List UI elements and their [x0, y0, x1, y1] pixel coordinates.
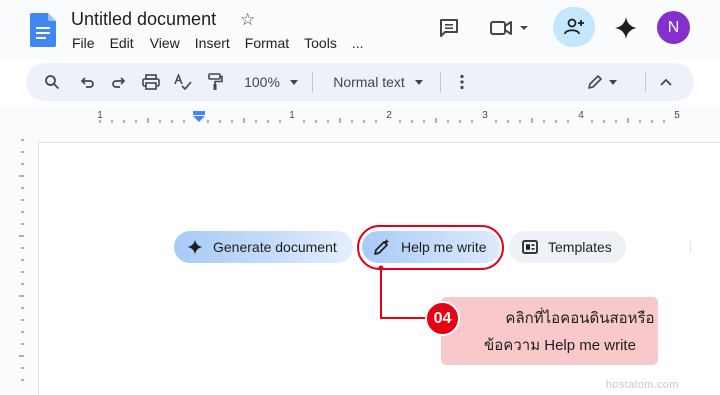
templates-label: Templates	[548, 239, 612, 255]
paint-format-icon[interactable]	[204, 63, 226, 101]
menu-view[interactable]: View	[150, 35, 180, 51]
share-add-person-button[interactable]	[553, 7, 595, 47]
paragraph-style-value: Normal text	[333, 74, 405, 90]
ruler-number: 3	[482, 110, 488, 121]
docs-logo-icon[interactable]	[30, 13, 56, 47]
templates-button[interactable]: Templates	[509, 231, 626, 263]
watermark: hostatom.com	[606, 379, 679, 391]
menu-insert[interactable]: Insert	[195, 35, 230, 51]
toolbar-divider	[645, 72, 646, 92]
ruler-number: 1	[97, 110, 103, 121]
ruler-number: 5	[674, 110, 680, 121]
zoom-select[interactable]: 100%	[240, 63, 302, 101]
redo-icon[interactable]	[109, 63, 129, 101]
editing-mode-select[interactable]	[582, 63, 622, 101]
generate-document-button[interactable]: Generate document	[174, 231, 353, 263]
annotation-line-1: คลิกที่ไอคอนดินสอหรือ	[505, 310, 655, 327]
menu-file[interactable]: File	[72, 35, 95, 51]
pencil-icon	[588, 75, 602, 89]
annotation-line-2: ข้อความ Help me write	[484, 337, 636, 354]
divider	[690, 241, 691, 253]
menu-tools[interactable]: Tools	[304, 35, 337, 51]
menu-edit[interactable]: Edit	[110, 35, 134, 51]
annotation-text: คลิกที่ไอคอนดินสอหรือ ข้อความ Help me wr…	[462, 305, 658, 359]
print-icon[interactable]	[140, 63, 162, 101]
toolbar-divider	[312, 72, 313, 92]
spellcheck-icon[interactable]	[172, 63, 194, 101]
ruler-number: 4	[578, 110, 584, 121]
template-icon	[522, 240, 538, 254]
paragraph-style-select[interactable]: Normal text	[326, 63, 430, 101]
document-title[interactable]: Untitled document	[71, 9, 216, 30]
star-icon[interactable]: ☆	[240, 10, 255, 30]
gemini-sparkle-icon[interactable]	[613, 15, 639, 41]
toolbar-divider	[440, 72, 441, 92]
top-bar: Untitled document ☆ File Edit View Inser…	[0, 0, 720, 58]
search-icon[interactable]	[42, 63, 62, 101]
menu-format[interactable]: Format	[245, 35, 289, 51]
indent-marker-icon[interactable]	[193, 111, 205, 122]
formatting-toolbar: 100% Normal text	[26, 63, 694, 101]
more-options-icon[interactable]	[453, 63, 471, 101]
vertical-ruler[interactable]	[14, 135, 26, 395]
collapse-toolbar-icon[interactable]	[656, 63, 676, 101]
sparkle-icon	[187, 239, 203, 255]
undo-icon[interactable]	[77, 63, 97, 101]
meet-video-icon[interactable]	[489, 16, 533, 40]
ruler-number: 2	[386, 110, 392, 121]
chevron-down-icon	[609, 79, 617, 85]
generate-document-label: Generate document	[213, 239, 337, 255]
comment-history-icon[interactable]	[437, 16, 461, 40]
ruler-number: 1	[289, 110, 295, 121]
step-number-badge: 04	[425, 301, 460, 336]
zoom-value: 100%	[244, 74, 280, 90]
horizontal-ruler[interactable]: 1 1 2 3 4 5	[34, 108, 720, 126]
highlight-ring	[357, 225, 504, 270]
menu-bar: File Edit View Insert Format Tools ...	[72, 35, 379, 51]
chevron-down-icon	[414, 79, 423, 85]
account-avatar[interactable]: N	[657, 11, 690, 44]
chevron-down-icon	[289, 79, 298, 85]
menu-more[interactable]: ...	[352, 35, 364, 51]
